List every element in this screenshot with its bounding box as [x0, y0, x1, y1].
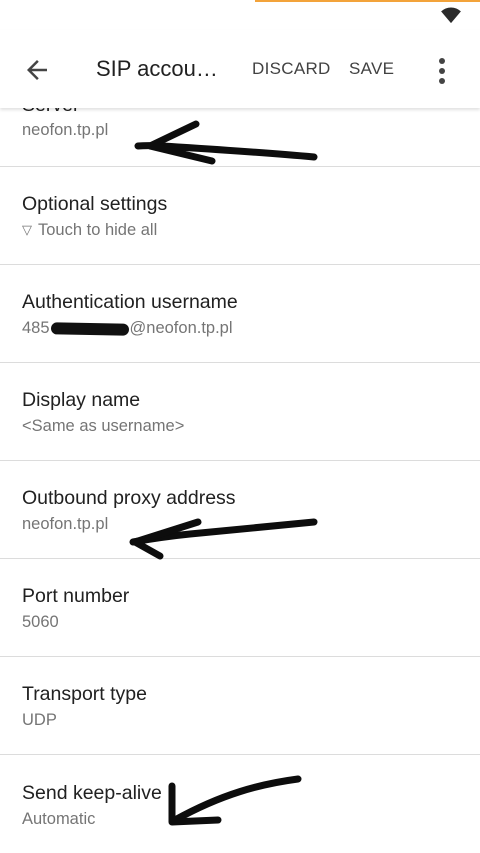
pref-optional-settings[interactable]: Optional settings ▽ Touch to hide all — [0, 166, 480, 265]
pref-summary: neofon.tp.pl — [22, 515, 109, 533]
username-suffix: @neofon.tp.pl — [129, 319, 233, 337]
username-prefix: 485 — [22, 319, 50, 337]
pref-title: Optional settings — [22, 193, 168, 215]
pref-summary-text: Touch to hide all — [38, 221, 158, 239]
page-title: SIP accou… — [96, 56, 218, 81]
pref-auth-username[interactable]: Authentication username 485 @neofon.tp.pl — [0, 264, 480, 363]
pref-summary: ▽ Touch to hide all — [22, 221, 157, 240]
save-button[interactable]: SAVE — [349, 59, 394, 79]
pref-outbound-proxy[interactable]: Outbound proxy address neofon.tp.pl — [0, 460, 480, 559]
pref-title: Display name — [22, 389, 141, 411]
pref-summary: 5060 — [22, 613, 59, 631]
pref-title: Send keep-alive — [22, 782, 162, 804]
pref-send-keep-alive[interactable]: Send keep-alive Automatic — [0, 754, 480, 853]
pref-title: Port number — [22, 585, 130, 607]
collapse-triangle-icon: ▽ — [22, 222, 32, 237]
redaction-mark — [50, 321, 129, 336]
pref-summary: UDP — [22, 711, 57, 729]
pref-summary: <Same as username> — [22, 417, 185, 435]
discard-button[interactable]: DISCARD — [252, 59, 331, 79]
app-bar: SIP accou… DISCARD SAVE — [0, 30, 480, 108]
pref-title: Authentication username — [22, 291, 238, 313]
back-arrow-icon[interactable] — [22, 55, 52, 85]
pref-summary: Automatic — [22, 810, 96, 828]
status-bar — [0, 0, 480, 30]
pref-display-name[interactable]: Display name <Same as username> — [0, 362, 480, 461]
pref-transport-type[interactable]: Transport type UDP — [0, 656, 480, 755]
status-accent-line — [255, 0, 480, 2]
pref-title: Outbound proxy address — [22, 487, 236, 509]
pref-port-number[interactable]: Port number 5060 — [0, 558, 480, 657]
pref-title: Transport type — [22, 683, 147, 705]
pref-summary: neofon.tp.pl — [22, 121, 109, 139]
wifi-icon — [441, 7, 461, 24]
pref-summary: 485 @neofon.tp.pl — [22, 319, 233, 338]
more-vert-icon[interactable] — [432, 54, 452, 88]
